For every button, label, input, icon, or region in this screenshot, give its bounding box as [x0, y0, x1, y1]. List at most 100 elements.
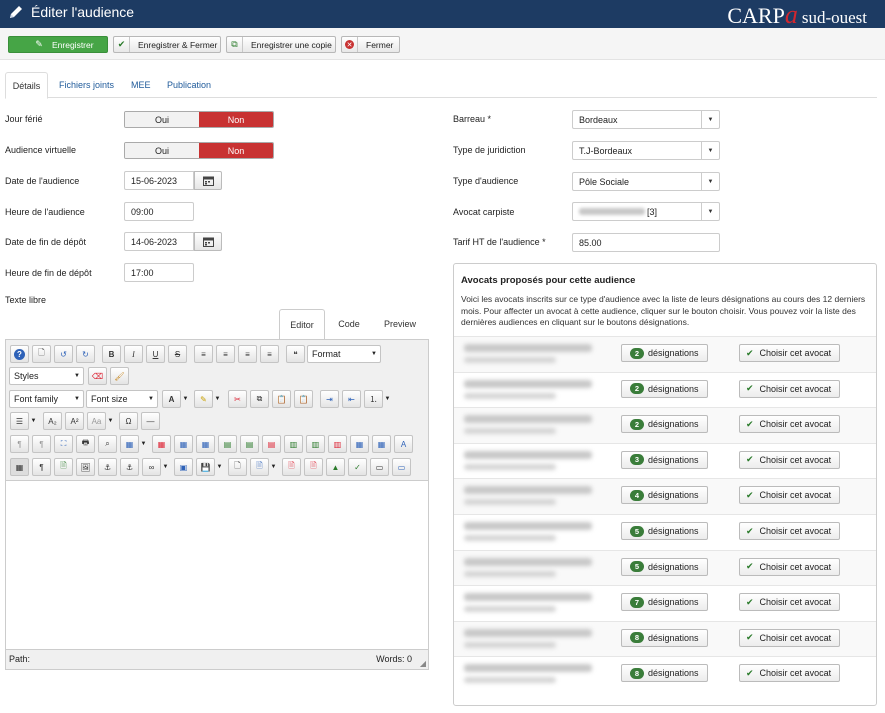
tab-editor[interactable]: Editor	[279, 309, 325, 339]
jour-ferie-toggle[interactable]: Oui Non	[124, 111, 274, 128]
audience-virtuelle-toggle[interactable]: Oui Non	[124, 142, 274, 159]
file-link-icon[interactable]: 🗎	[250, 458, 269, 476]
row-before-icon[interactable]: ▤	[218, 435, 237, 453]
highlight-color-icon[interactable]: ✎	[194, 390, 213, 408]
format-dropdown[interactable]: Format ▼	[307, 345, 381, 363]
italic-icon[interactable]: I	[124, 345, 143, 363]
save-icon[interactable]: 💾	[196, 458, 215, 476]
show-blocks-icon[interactable]: ¶	[32, 458, 51, 476]
designations-button[interactable]: 2 désignations	[621, 344, 708, 362]
help-icon[interactable]: ?	[10, 345, 29, 363]
table-props-icon[interactable]: ▦	[174, 435, 193, 453]
chevron-down-icon[interactable]: ▼	[139, 435, 148, 453]
row-delete-icon[interactable]: ▤	[262, 435, 281, 453]
bold-icon[interactable]: B	[102, 345, 121, 363]
align-left-icon[interactable]: ≡	[238, 345, 257, 363]
save-close-button[interactable]: ✔ Enregistrer & Fermer	[113, 36, 221, 53]
subscript-icon[interactable]: A₂	[43, 412, 62, 430]
table-delete-icon[interactable]: ▦	[152, 435, 171, 453]
designations-button[interactable]: 8 désignations	[621, 664, 708, 683]
align-center-icon[interactable]: ≡	[216, 345, 235, 363]
row-after-icon[interactable]: ▤	[240, 435, 259, 453]
special-char-icon[interactable]: Ω	[119, 412, 138, 430]
redo-icon[interactable]: ↻	[76, 345, 95, 363]
table-icon[interactable]: ▦	[120, 435, 139, 453]
audience-virtuelle-non[interactable]: Non	[199, 143, 273, 158]
chevron-down-icon[interactable]: ▼	[215, 458, 224, 476]
tab-fichiers-joints[interactable]: Fichiers joints	[51, 72, 122, 98]
text-color-icon[interactable]: A	[162, 390, 181, 408]
attach-icon[interactable]: 🗎	[282, 458, 301, 476]
tab-publication[interactable]: Publication	[159, 72, 219, 98]
chevron-down-icon[interactable]: ▼	[213, 390, 222, 408]
brush-icon[interactable]: 🖌	[110, 367, 129, 385]
anchor-icon[interactable]: ⚓	[98, 458, 117, 476]
case-icon[interactable]: Aa	[87, 412, 106, 430]
chevron-down-icon[interactable]: ▼	[383, 390, 392, 408]
rtl-icon[interactable]: ¶	[32, 435, 51, 453]
jour-ferie-non[interactable]: Non	[199, 112, 273, 127]
col-after-icon[interactable]: ▥	[306, 435, 325, 453]
print-icon[interactable]: 🖶	[76, 435, 95, 453]
heure-fin-depot-input[interactable]: 17:00	[124, 263, 194, 282]
copy-icon[interactable]: ⧉	[250, 390, 269, 408]
chevron-down-icon[interactable]: ▼	[29, 412, 38, 430]
barreau-select[interactable]: Bordeaux ▼	[572, 110, 720, 129]
image-icon[interactable]: 🖼	[76, 458, 95, 476]
choose-avocat-button[interactable]: ✔ Choisir cet avocat	[739, 415, 840, 434]
chevron-down-icon[interactable]: ▼	[181, 390, 190, 408]
type-juridiction-select[interactable]: T.J-Bordeaux ▼	[572, 141, 720, 160]
search-replace-icon[interactable]: ⌕	[98, 435, 117, 453]
media-icon[interactable]: ▣	[174, 458, 193, 476]
editor-content-area[interactable]	[6, 481, 428, 649]
link-icon[interactable]: ∞	[142, 458, 161, 476]
choose-avocat-button[interactable]: ✔ Choisir cet avocat	[739, 593, 840, 612]
spellcheck-icon[interactable]: ✓	[348, 458, 367, 476]
style-icon[interactable]: A	[394, 435, 413, 453]
new-document-icon[interactable]: 🗋	[32, 345, 51, 363]
choose-avocat-button[interactable]: ✔ Choisir cet avocat	[739, 486, 840, 505]
col-delete-icon[interactable]: ▥	[328, 435, 347, 453]
calendar-icon[interactable]	[194, 232, 222, 251]
file-icon[interactable]: 🗋	[228, 458, 247, 476]
designations-button[interactable]: 3 désignations	[621, 450, 708, 469]
designations-button[interactable]: 8 désignations	[621, 628, 708, 647]
eraser-icon[interactable]: ⌫	[88, 367, 107, 385]
tab-details[interactable]: Détails	[5, 72, 48, 99]
date-fin-depot-input[interactable]: 14-06-2023	[124, 232, 194, 251]
blockquote-icon[interactable]: ❝	[286, 345, 305, 363]
underline-icon[interactable]: U	[146, 345, 165, 363]
designations-button[interactable]: 5 désignations	[621, 557, 708, 576]
shapes-icon[interactable]: ▲	[326, 458, 345, 476]
font-family-dropdown[interactable]: Font family ▼	[9, 390, 84, 408]
avocat-carpiste-select[interactable]: [3] ▼	[572, 202, 720, 221]
choose-avocat-button[interactable]: ✔ Choisir cet avocat	[739, 664, 840, 683]
choose-avocat-button[interactable]: ✔ Choisir cet avocat	[739, 450, 840, 469]
designations-button[interactable]: 2 désignations	[621, 415, 708, 434]
choose-avocat-button[interactable]: ✔ Choisir cet avocat	[739, 628, 840, 647]
align-justify-icon[interactable]: ≡	[194, 345, 213, 363]
choose-avocat-button[interactable]: ✔ Choisir cet avocat	[739, 557, 840, 576]
visual-aid-icon[interactable]: ▦	[10, 458, 29, 476]
chevron-down-icon[interactable]: ▼	[161, 458, 170, 476]
superscript-icon[interactable]: A²	[65, 412, 84, 430]
choose-avocat-button[interactable]: ✔ Choisir cet avocat	[739, 379, 840, 398]
fullscreen-icon[interactable]: ⛶	[54, 435, 73, 453]
designations-button[interactable]: 2 désignations	[621, 379, 708, 398]
split-cells-icon[interactable]: ▦	[350, 435, 369, 453]
font-size-dropdown[interactable]: Font size ▼	[86, 390, 158, 408]
styles-dropdown[interactable]: Styles ▼	[9, 367, 84, 385]
chevron-down-icon[interactable]: ▼	[106, 412, 115, 430]
resize-handle-icon[interactable]: ◢	[420, 659, 426, 668]
cell-props-icon[interactable]: ▦	[196, 435, 215, 453]
template-icon[interactable]: 🗎	[54, 458, 73, 476]
col-before-icon[interactable]: ▥	[284, 435, 303, 453]
bullet-list-icon[interactable]: ☰	[10, 412, 29, 430]
tab-code[interactable]: Code	[327, 309, 371, 339]
indent-icon[interactable]: ⇥	[320, 390, 339, 408]
designations-button[interactable]: 7 désignations	[621, 593, 708, 612]
cut-icon[interactable]: ✂	[228, 390, 247, 408]
unlink-icon[interactable]: ⚓	[120, 458, 139, 476]
readmore-icon[interactable]: ▭	[370, 458, 389, 476]
choose-avocat-button[interactable]: ✔ Choisir cet avocat	[739, 344, 840, 362]
